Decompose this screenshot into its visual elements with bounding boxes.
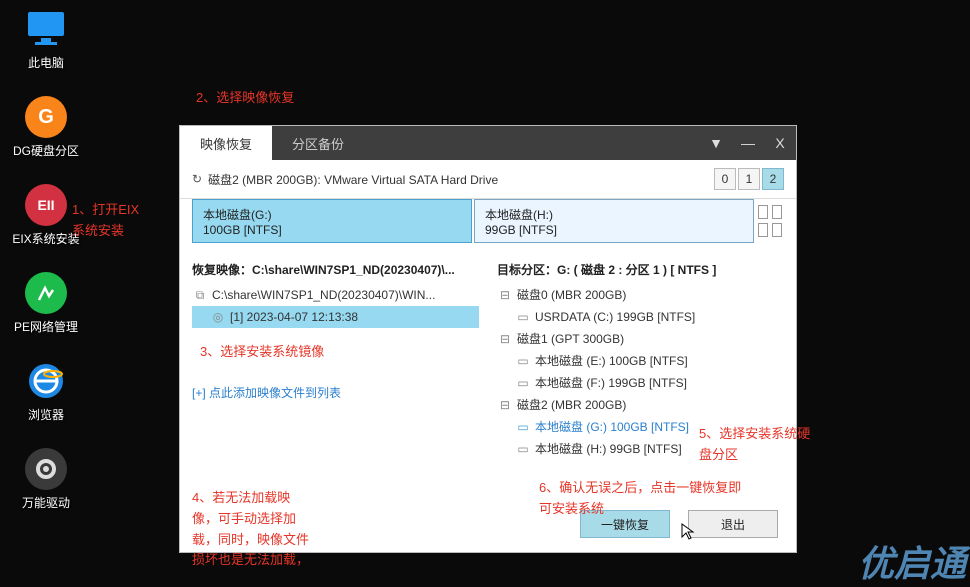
image-version[interactable]: ◎ [1] 2023-04-07 12:13:38 <box>192 306 479 328</box>
partition-size: 100GB [NTFS] <box>203 223 461 237</box>
annotation-3: 3、选择安装系统镜像 <box>200 342 324 363</box>
partition-icon: ▭ <box>515 372 531 394</box>
disk-2[interactable]: ⊟磁盘2 (MBR 200GB) <box>497 394 784 416</box>
partition-icon: ▭ <box>515 350 531 372</box>
desktop-icon-label: 万能驱动 <box>12 494 80 511</box>
desktop-icon-label: 此电脑 <box>12 54 80 71</box>
disk-num-2[interactable]: 2 <box>762 168 784 190</box>
partition-icon: ▭ <box>515 306 531 328</box>
watermark: 优启通 <box>858 535 966 587</box>
network-icon <box>25 272 67 314</box>
disk-num-1[interactable]: 1 <box>738 168 760 190</box>
disk-0[interactable]: ⊟磁盘0 (MBR 200GB) <box>497 284 784 306</box>
partition-name: 本地磁盘(H:) <box>485 206 743 223</box>
disk-0-part-c[interactable]: ▭USRDATA (C:) 199GB [NTFS] <box>497 306 784 328</box>
eix-icon: EII <box>25 184 67 226</box>
disk-icon: ⊟ <box>497 328 513 350</box>
annotation-4: 4、若无法加载映 像，可手动选择加 载，同时，映像文件 损坏也是无法加载， <box>192 488 309 571</box>
target-partition-label: 目标分区：G: ( 磁盘 2 : 分区 1 ) [ NTFS ] <box>497 253 784 284</box>
titlebar-minimize[interactable]: — <box>732 126 764 160</box>
image-icon: ◎ <box>210 306 226 328</box>
grid-view-icon[interactable] <box>756 199 784 243</box>
dg-icon: G <box>25 96 67 138</box>
partition-icon: ▭ <box>515 438 531 460</box>
gear-icon <box>25 448 67 490</box>
folder-icon: ⧉ <box>192 284 208 306</box>
partition-size: 99GB [NTFS] <box>485 223 743 237</box>
add-image-link[interactable]: [+] 点此添加映像文件到列表 <box>192 328 479 401</box>
disk-1-part-e[interactable]: ▭本地磁盘 (E:) 100GB [NTFS] <box>497 350 784 372</box>
monitor-icon <box>25 8 67 50</box>
desktop-icon-label: PE网络管理 <box>12 318 80 335</box>
disk-num-0[interactable]: 0 <box>714 168 736 190</box>
disk-icon: ⊟ <box>497 284 513 306</box>
desktop-icon-dg-disk[interactable]: G DG硬盘分区 <box>12 96 80 159</box>
image-folder[interactable]: ⧉ C:\share\WIN7SP1_ND(20230407)\WIN... <box>192 284 479 306</box>
disk-name: 磁盘2 (MBR 200GB): VMware Virtual SATA Har… <box>208 171 712 188</box>
desktop-icon-this-pc[interactable]: 此电脑 <box>12 8 80 71</box>
annotation-5: 5、选择安装系统硬 盘分区 <box>699 424 810 466</box>
annotation-1: 1、打开EIX 系统安装 <box>72 200 139 242</box>
disk-1[interactable]: ⊟磁盘1 (GPT 300GB) <box>497 328 784 350</box>
disk-icon: ⊟ <box>497 394 513 416</box>
desktop-icon-driver[interactable]: 万能驱动 <box>12 448 80 511</box>
restore-image-label: 恢复映像：C:\share\WIN7SP1_ND(20230407)\... <box>192 253 479 284</box>
ie-icon <box>25 360 67 402</box>
image-version-label: [1] 2023-04-07 12:13:38 <box>230 306 358 328</box>
annotation-2: 2、选择映像恢复 <box>196 88 294 109</box>
desktop-icon-browser[interactable]: 浏览器 <box>12 360 80 423</box>
desktop-icon-label: 浏览器 <box>12 406 80 423</box>
desktop-icon-pe-net[interactable]: PE网络管理 <box>12 272 80 335</box>
refresh-icon[interactable]: ↻ <box>192 172 202 186</box>
partition-map: 本地磁盘(G:) 100GB [NTFS] 本地磁盘(H:) 99GB [NTF… <box>180 199 796 253</box>
titlebar-close[interactable]: X <box>764 126 796 160</box>
tab-image-restore[interactable]: 映像恢复 <box>180 126 272 160</box>
partition-icon: ▭ <box>515 416 531 438</box>
desktop-icon-label: EIX系统安装 <box>12 230 80 247</box>
annotation-6: 6、确认无误之后，点击一键恢复即 可安装系统 <box>539 478 741 520</box>
image-path: C:\share\WIN7SP1_ND(20230407)\WIN... <box>212 284 435 306</box>
partition-g[interactable]: 本地磁盘(G:) 100GB [NTFS] <box>192 199 472 243</box>
desktop-icon-label: DG硬盘分区 <box>12 142 80 159</box>
disk-1-part-f[interactable]: ▭本地磁盘 (F:) 199GB [NTFS] <box>497 372 784 394</box>
partition-h[interactable]: 本地磁盘(H:) 99GB [NTFS] <box>474 199 754 243</box>
titlebar: 映像恢复 分区备份 ▼ — X <box>180 126 796 160</box>
tab-partition-backup[interactable]: 分区备份 <box>272 126 364 160</box>
partition-name: 本地磁盘(G:) <box>203 206 461 223</box>
disk-selector-bar: ↻ 磁盘2 (MBR 200GB): VMware Virtual SATA H… <box>180 160 796 199</box>
desktop-icon-eix[interactable]: EII EIX系统安装 <box>12 184 80 247</box>
titlebar-dropdown[interactable]: ▼ <box>700 126 732 160</box>
